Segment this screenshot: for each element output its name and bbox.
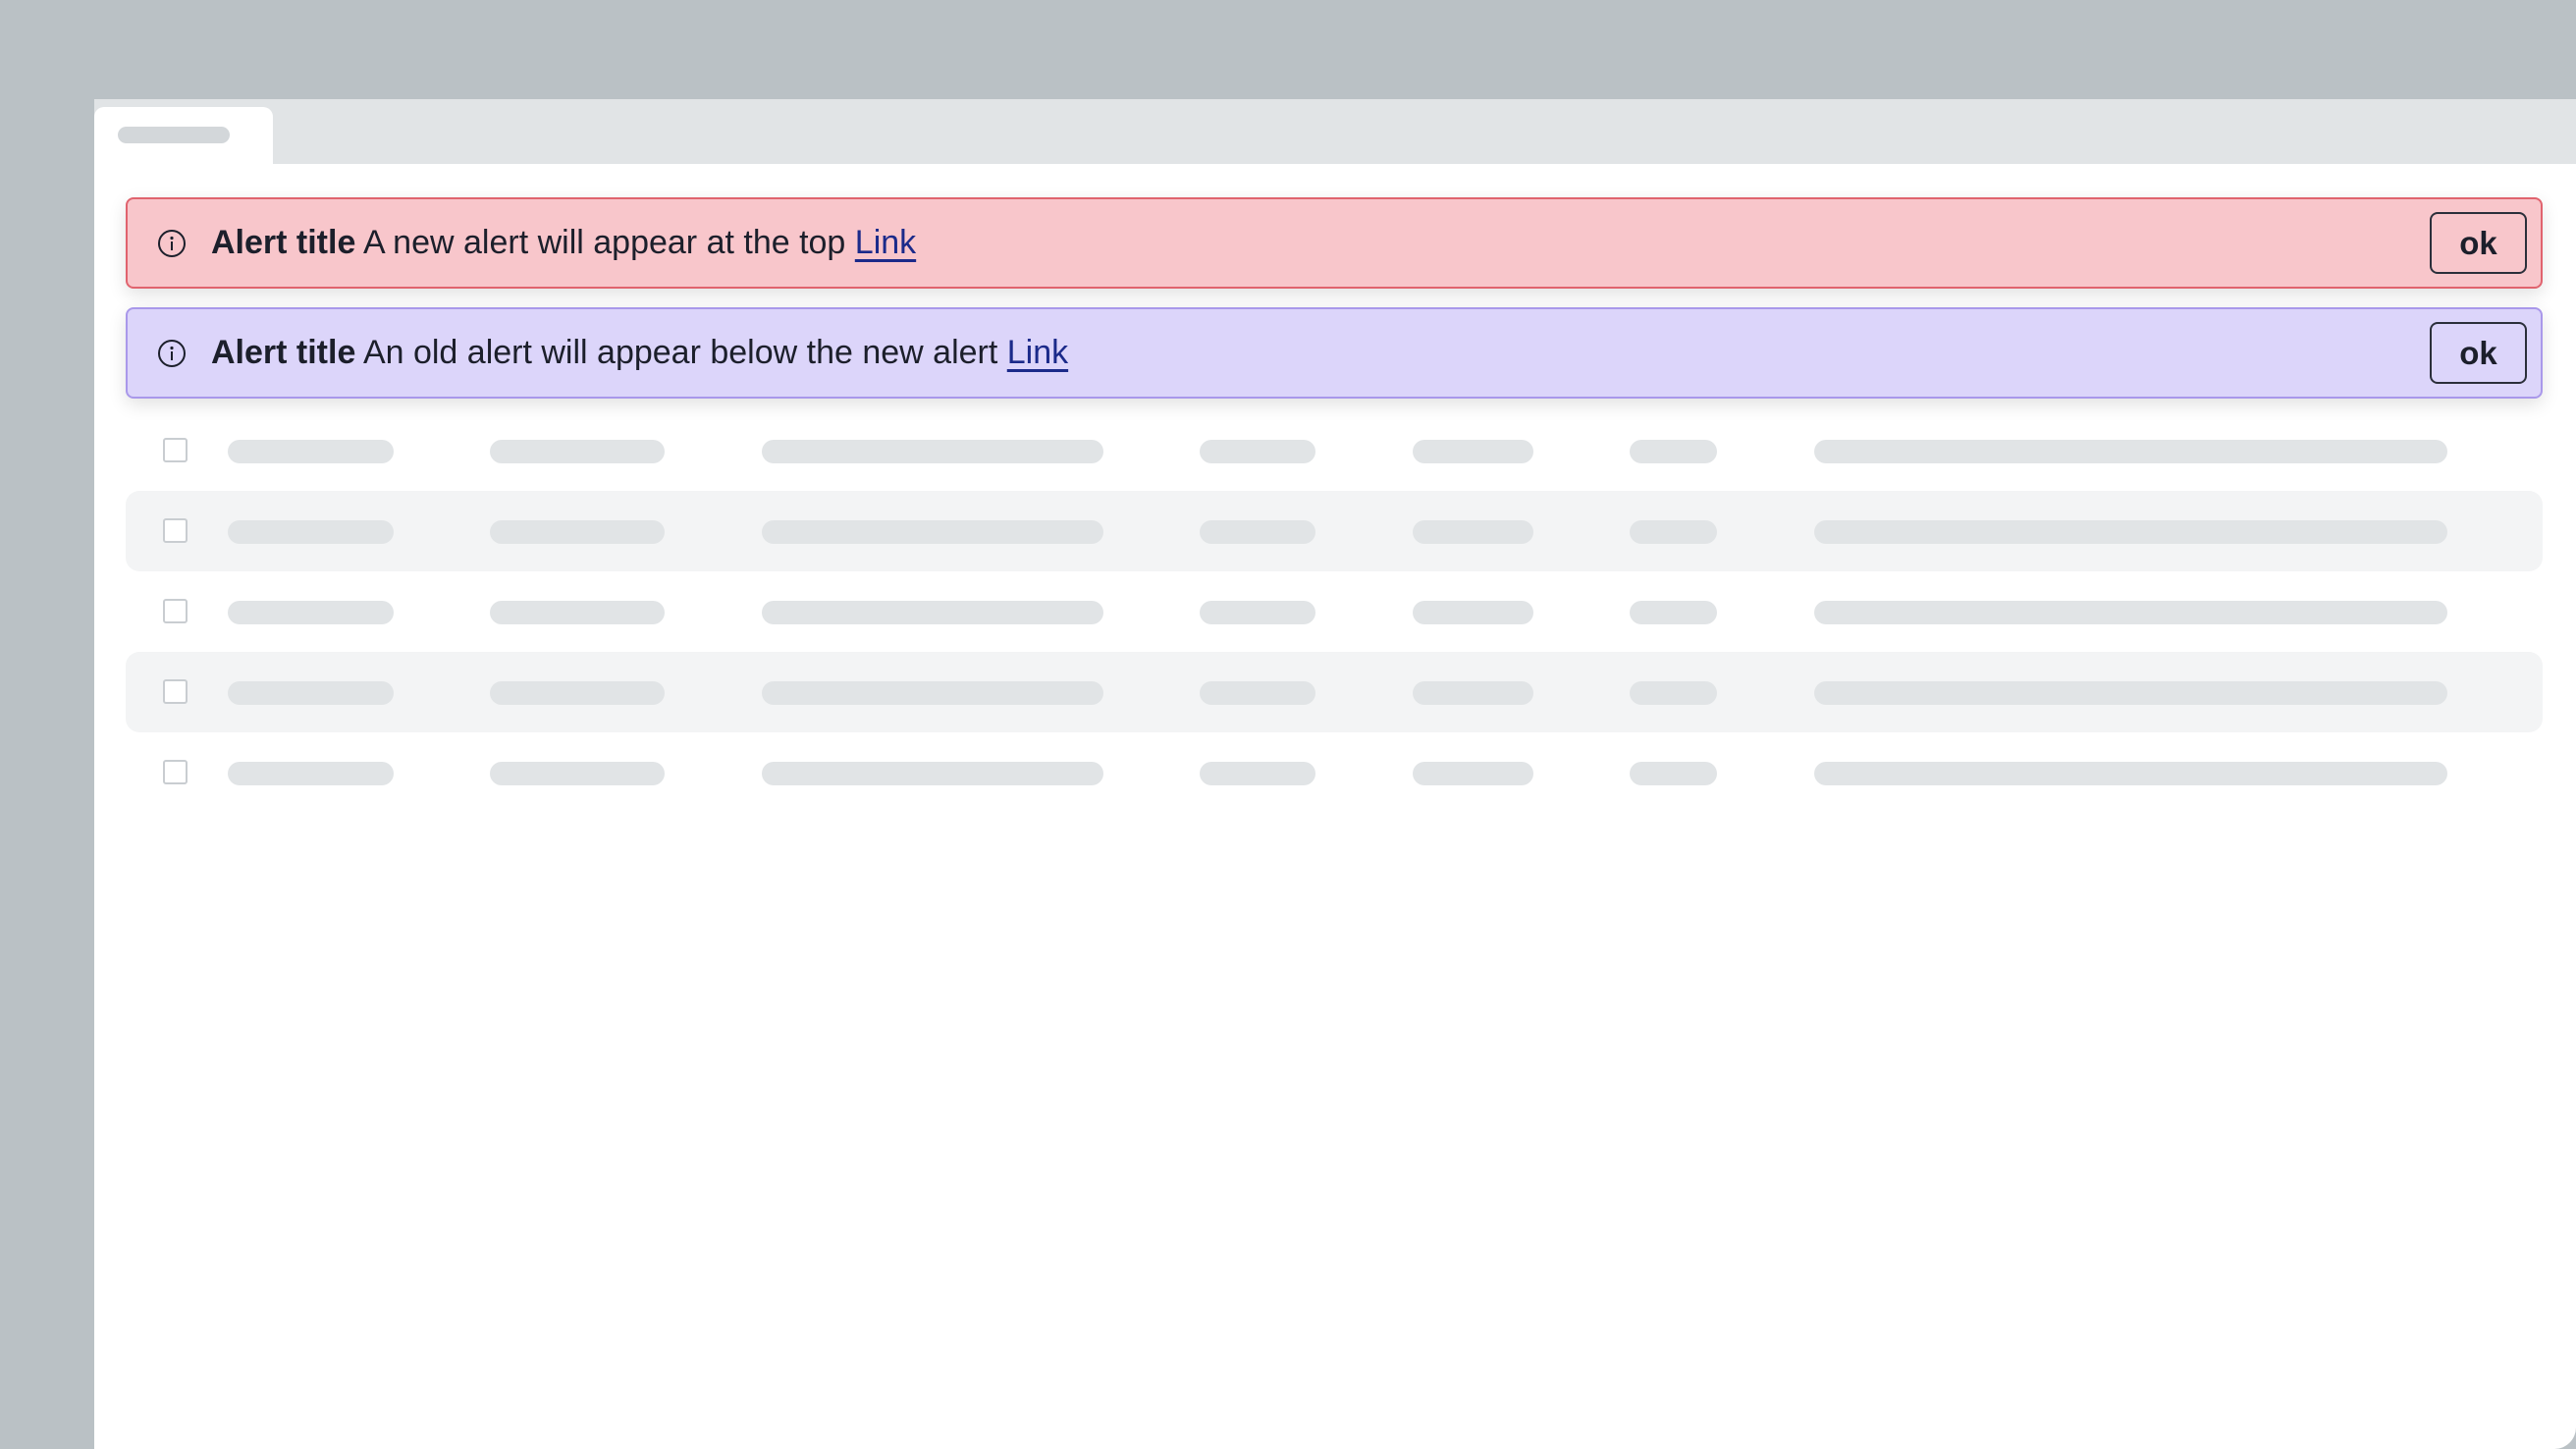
alert-link[interactable]: Link bbox=[1007, 334, 1068, 371]
skeleton-cell bbox=[762, 440, 1103, 463]
skeleton-cell bbox=[1630, 520, 1717, 544]
skeleton-cell bbox=[1413, 440, 1533, 463]
tab-title-placeholder bbox=[118, 127, 230, 143]
skeleton-cell bbox=[490, 681, 665, 705]
info-icon bbox=[158, 229, 186, 257]
skeleton-cell bbox=[762, 601, 1103, 624]
skeleton-cell bbox=[228, 762, 394, 785]
skeleton-cell bbox=[1200, 762, 1315, 785]
skeleton-cell bbox=[490, 601, 665, 624]
skeleton-cell bbox=[1200, 440, 1315, 463]
alert-message: Alert title A new alert will appear at t… bbox=[211, 224, 2430, 262]
table-row bbox=[126, 732, 2543, 813]
alert-new: Alert title A new alert will appear at t… bbox=[126, 197, 2543, 289]
skeleton-cell bbox=[762, 681, 1103, 705]
skeleton-cell bbox=[490, 762, 665, 785]
skeleton-cell bbox=[1200, 681, 1315, 705]
skeleton-cell bbox=[490, 520, 665, 544]
skeleton-cell bbox=[228, 520, 394, 544]
ok-button[interactable]: ok bbox=[2430, 322, 2527, 384]
info-icon bbox=[158, 339, 186, 367]
skeleton-cell bbox=[228, 681, 394, 705]
skeleton-cell bbox=[1630, 440, 1717, 463]
row-checkbox[interactable] bbox=[163, 438, 188, 462]
skeleton-cell bbox=[490, 440, 665, 463]
skeleton-cell bbox=[1630, 681, 1717, 705]
alert-link[interactable]: Link bbox=[855, 224, 916, 261]
tab-bar bbox=[94, 99, 2576, 164]
skeleton-cell bbox=[228, 601, 394, 624]
skeleton-cell bbox=[1630, 762, 1717, 785]
alert-title: Alert title bbox=[211, 334, 356, 371]
alert-title: Alert title bbox=[211, 224, 356, 261]
skeleton-cell bbox=[1200, 601, 1315, 624]
skeleton-cell bbox=[1814, 440, 2447, 463]
skeleton-cell bbox=[1814, 762, 2447, 785]
alert-message: Alert title An old alert will appear bel… bbox=[211, 334, 2430, 372]
skeleton-cell bbox=[762, 520, 1103, 544]
row-checkbox[interactable] bbox=[163, 599, 188, 623]
skeleton-cell bbox=[1814, 681, 2447, 705]
active-tab[interactable] bbox=[94, 107, 273, 164]
table-row bbox=[126, 491, 2543, 571]
browser-window: Alert title A new alert will appear at t… bbox=[94, 99, 2576, 1449]
skeleton-cell bbox=[1200, 520, 1315, 544]
skeleton-cell bbox=[1413, 520, 1533, 544]
table-row bbox=[126, 571, 2543, 652]
row-checkbox[interactable] bbox=[163, 679, 188, 704]
skeleton-cell bbox=[1630, 601, 1717, 624]
skeleton-table bbox=[126, 410, 2543, 813]
skeleton-cell bbox=[762, 762, 1103, 785]
table-row bbox=[126, 652, 2543, 732]
alert-body: A new alert will appear at the top bbox=[362, 224, 846, 261]
skeleton-cell bbox=[1413, 601, 1533, 624]
ok-button[interactable]: ok bbox=[2430, 212, 2527, 274]
skeleton-cell bbox=[1413, 681, 1533, 705]
skeleton-cell bbox=[1413, 762, 1533, 785]
backdrop: Alert title A new alert will appear at t… bbox=[0, 0, 2576, 1449]
table-row bbox=[126, 410, 2543, 491]
skeleton-cell bbox=[1814, 520, 2447, 544]
skeleton-cell bbox=[1814, 601, 2447, 624]
skeleton-cell bbox=[228, 440, 394, 463]
row-checkbox[interactable] bbox=[163, 760, 188, 784]
row-checkbox[interactable] bbox=[163, 518, 188, 543]
page-content: Alert title A new alert will appear at t… bbox=[94, 164, 2576, 1449]
alert-body: An old alert will appear below the new a… bbox=[362, 334, 998, 371]
alert-old: Alert title An old alert will appear bel… bbox=[126, 307, 2543, 399]
